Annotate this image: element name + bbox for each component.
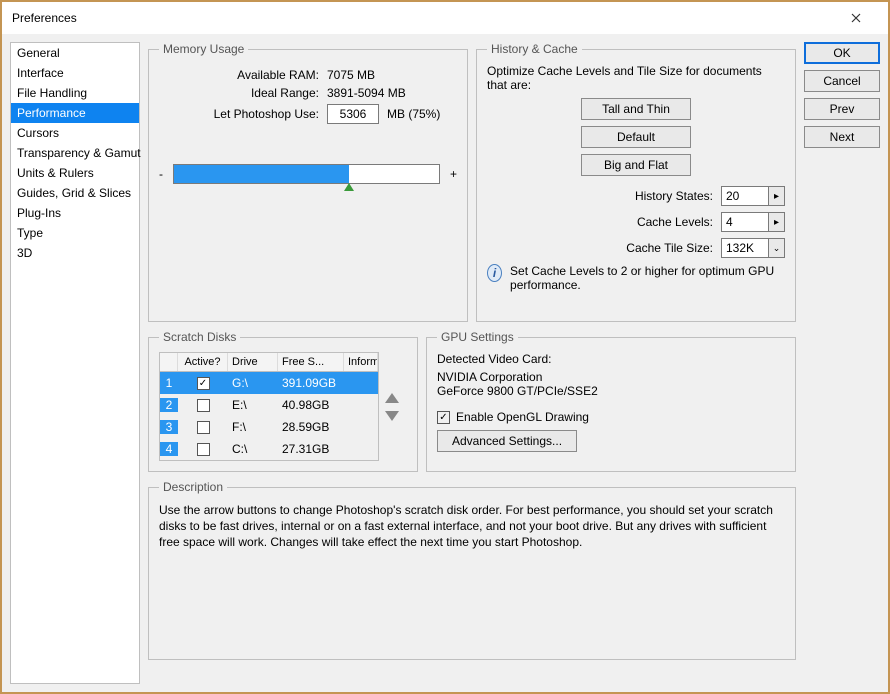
- gpu-settings-group: GPU Settings Detected Video Card: NVIDIA…: [426, 330, 796, 472]
- sidebar-item-interface[interactable]: Interface: [11, 63, 139, 83]
- available-ram-value: 7075 MB: [327, 68, 375, 82]
- col-active[interactable]: Active?: [178, 353, 228, 371]
- photoshop-use-suffix: MB (75%): [387, 107, 440, 121]
- memory-slider-fill: [174, 165, 349, 183]
- move-down-button[interactable]: [385, 411, 399, 421]
- photoshop-use-input[interactable]: [327, 104, 379, 124]
- row-index: 1: [160, 376, 178, 390]
- gpu-vendor: NVIDIA Corporation: [437, 370, 785, 384]
- gpu-legend: GPU Settings: [437, 330, 518, 344]
- titlebar: Preferences: [2, 2, 888, 34]
- cache-tile-label: Cache Tile Size:: [626, 241, 713, 255]
- sidebar-item-3d[interactable]: 3D: [11, 243, 139, 263]
- row-active-checkbox[interactable]: [178, 443, 228, 456]
- prev-button[interactable]: Prev: [804, 98, 880, 120]
- sidebar-item-cursors[interactable]: Cursors: [11, 123, 139, 143]
- preset-default-button[interactable]: Default: [581, 126, 691, 148]
- row-index: 4: [160, 442, 178, 456]
- row-free: 40.98GB: [278, 398, 344, 412]
- row-free: 28.59GB: [278, 420, 344, 434]
- col-drive[interactable]: Drive: [228, 353, 278, 371]
- window-title: Preferences: [12, 11, 834, 25]
- chevron-down-icon[interactable]: ⌄: [769, 238, 785, 258]
- scratch-disks-table[interactable]: Active? Drive Free S... Informat... 1✓G:…: [159, 352, 379, 461]
- history-states-stepper[interactable]: ▸: [721, 186, 785, 206]
- table-row[interactable]: 3 F:\28.59GB: [160, 416, 378, 438]
- cache-levels-input[interactable]: [721, 212, 769, 232]
- table-row[interactable]: 1✓G:\391.09GB: [160, 372, 378, 394]
- sidebar-item-transparency-gamut[interactable]: Transparency & Gamut: [11, 143, 139, 163]
- slider-minus: -: [159, 167, 163, 181]
- row-active-checkbox[interactable]: [178, 399, 228, 412]
- history-states-input[interactable]: [721, 186, 769, 206]
- sidebar-item-general[interactable]: General: [11, 43, 139, 63]
- close-icon: [851, 13, 861, 23]
- ideal-range-value: 3891-5094 MB: [327, 86, 406, 100]
- preferences-window: Preferences GeneralInterfaceFile Handlin…: [0, 0, 890, 694]
- history-cache-group: History & Cache Optimize Cache Levels an…: [476, 42, 796, 322]
- ok-button[interactable]: OK: [804, 42, 880, 64]
- sidebar-item-units-rulers[interactable]: Units & Rulers: [11, 163, 139, 183]
- row-drive: C:\: [228, 442, 278, 456]
- description-legend: Description: [159, 480, 227, 494]
- preset-big-flat-button[interactable]: Big and Flat: [581, 154, 691, 176]
- gpu-model: GeForce 9800 GT/PCIe/SSE2: [437, 384, 785, 398]
- col-info[interactable]: Informat...: [344, 353, 378, 371]
- row-index: 2: [160, 398, 178, 412]
- row-drive: E:\: [228, 398, 278, 412]
- cache-tile-value[interactable]: [721, 238, 769, 258]
- cache-tile-combo[interactable]: ⌄: [721, 238, 785, 258]
- next-button[interactable]: Next: [804, 126, 880, 148]
- memory-slider[interactable]: [173, 164, 440, 184]
- photoshop-use-label: Let Photoshop Use:: [159, 107, 319, 121]
- ideal-range-label: Ideal Range:: [159, 86, 319, 100]
- cache-levels-label: Cache Levels:: [637, 215, 713, 229]
- enable-opengl-checkbox[interactable]: ✓: [437, 411, 450, 424]
- scratch-disks-group: Scratch Disks Active? Drive Free S... In…: [148, 330, 418, 472]
- history-states-label: History States:: [635, 189, 713, 203]
- advanced-settings-button[interactable]: Advanced Settings...: [437, 430, 577, 452]
- enable-opengl-label: Enable OpenGL Drawing: [456, 410, 589, 424]
- row-free: 27.31GB: [278, 442, 344, 456]
- description-group: Description Use the arrow buttons to cha…: [148, 480, 796, 660]
- scratch-legend: Scratch Disks: [159, 330, 240, 344]
- info-icon: i: [487, 264, 502, 282]
- preset-tall-thin-button[interactable]: Tall and Thin: [581, 98, 691, 120]
- cache-info-text: Set Cache Levels to 2 or higher for opti…: [510, 264, 785, 292]
- cache-levels-stepper[interactable]: ▸: [721, 212, 785, 232]
- available-ram-label: Available RAM:: [159, 68, 319, 82]
- history-legend: History & Cache: [487, 42, 582, 56]
- sidebar-item-performance[interactable]: Performance: [11, 103, 139, 123]
- move-up-button[interactable]: [385, 393, 399, 403]
- row-active-checkbox[interactable]: ✓: [178, 377, 228, 390]
- table-row[interactable]: 2 E:\40.98GB: [160, 394, 378, 416]
- slider-plus: +: [450, 167, 457, 181]
- sidebar-item-file-handling[interactable]: File Handling: [11, 83, 139, 103]
- optimize-text: Optimize Cache Levels and Tile Size for …: [487, 64, 785, 92]
- detected-card-label: Detected Video Card:: [437, 352, 785, 366]
- category-sidebar[interactable]: GeneralInterfaceFile HandlingPerformance…: [10, 42, 140, 684]
- sidebar-item-guides-grid-slices[interactable]: Guides, Grid & Slices: [11, 183, 139, 203]
- row-free: 391.09GB: [278, 376, 344, 390]
- row-index: 3: [160, 420, 178, 434]
- memory-usage-group: Memory Usage Available RAM: 7075 MB Idea…: [148, 42, 468, 322]
- col-free[interactable]: Free S...: [278, 353, 344, 371]
- row-drive: G:\: [228, 376, 278, 390]
- row-active-checkbox[interactable]: [178, 421, 228, 434]
- cache-levels-increment[interactable]: ▸: [769, 212, 785, 232]
- table-header: Active? Drive Free S... Informat...: [160, 353, 378, 372]
- sidebar-item-plug-ins[interactable]: Plug-Ins: [11, 203, 139, 223]
- history-states-increment[interactable]: ▸: [769, 186, 785, 206]
- memory-legend: Memory Usage: [159, 42, 248, 56]
- memory-slider-thumb[interactable]: [344, 183, 354, 191]
- description-text: Use the arrow buttons to change Photosho…: [159, 502, 785, 551]
- cancel-button[interactable]: Cancel: [804, 70, 880, 92]
- close-button[interactable]: [834, 3, 878, 33]
- sidebar-item-type[interactable]: Type: [11, 223, 139, 243]
- row-drive: F:\: [228, 420, 278, 434]
- table-row[interactable]: 4 C:\27.31GB: [160, 438, 378, 460]
